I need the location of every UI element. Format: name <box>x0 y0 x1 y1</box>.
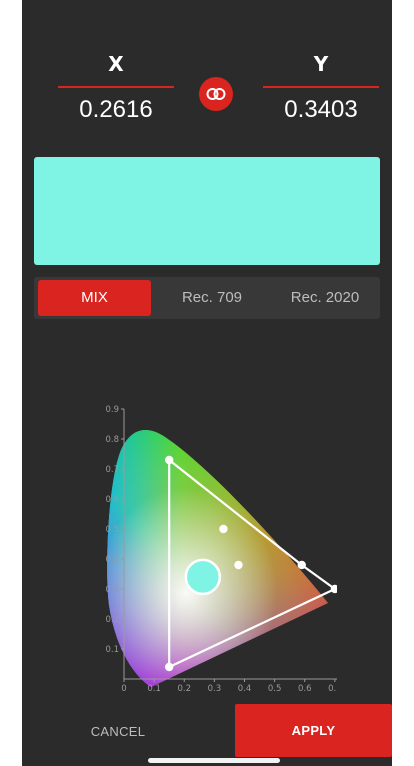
gamut-vertex-point <box>164 662 174 672</box>
x-tick-label: 0.2 <box>177 684 191 694</box>
x-tick-label: 0.4 <box>238 684 252 694</box>
x-tick-label: 0.3 <box>208 684 222 694</box>
color-preview-swatch <box>34 157 380 265</box>
y-tick-label: 0.3 <box>105 585 119 595</box>
x-tick-label: 0.1 <box>147 684 161 694</box>
link-coordinates-button[interactable] <box>199 77 233 111</box>
y-tick-label: 0.1 <box>105 645 119 655</box>
x-label: X <box>108 52 124 76</box>
reference-point <box>234 560 243 570</box>
x-tick-label: 0.6 <box>298 684 312 694</box>
gamut-option-mix[interactable]: MIX <box>38 280 151 316</box>
y-tick-label: 0.6 <box>105 495 119 505</box>
y-tick-label: 0.8 <box>105 435 119 445</box>
y-value-field[interactable]: 0.3403 <box>263 96 379 124</box>
home-indicator <box>148 758 280 763</box>
y-tick-label: 0.7 <box>105 465 119 475</box>
x-value-field[interactable]: 0.2616 <box>58 96 174 124</box>
gamut-option-rec709[interactable]: Rec. 709 <box>155 277 269 319</box>
color-picker-screen: X 0.2616 Y 0.3403 MIX Rec. 709 Rec. 2020 <box>22 0 392 766</box>
apply-button[interactable]: APPLY <box>235 704 392 757</box>
reference-point <box>219 524 228 534</box>
y-tick-label: 0.9 <box>105 405 119 415</box>
y-coordinate: Y 0.3403 <box>263 52 379 124</box>
y-underline <box>263 86 379 88</box>
y-tick-label: 0.4 <box>105 555 119 565</box>
cancel-button[interactable]: CANCEL <box>78 718 158 746</box>
gamut-option-rec2020[interactable]: Rec. 2020 <box>270 277 380 319</box>
gamut-vertex-point <box>164 455 174 465</box>
x-coordinate: X 0.2616 <box>58 52 174 124</box>
y-tick-label: 0.5 <box>105 525 119 535</box>
cie-chromaticity-diagram[interactable]: 0 0.1 0.2 0.3 0.4 0.5 0.6 0.7 0.8 0.1 0.2 0.3 0.4 0.5… <box>77 395 337 695</box>
x-tick-label: 0 <box>121 684 126 694</box>
gamut-selector: MIX Rec. 709 Rec. 2020 <box>34 277 380 319</box>
x-tick-label: 0.5 <box>268 684 282 694</box>
y-tick-label: 0.2 <box>105 615 119 625</box>
x-underline <box>58 86 174 88</box>
selected-color-handle[interactable] <box>184 558 222 596</box>
x-tick-label: 0.7 <box>328 684 337 694</box>
linked-rings-icon <box>206 88 226 100</box>
y-label: Y <box>313 52 329 76</box>
gamut-vertex-point <box>297 560 306 570</box>
